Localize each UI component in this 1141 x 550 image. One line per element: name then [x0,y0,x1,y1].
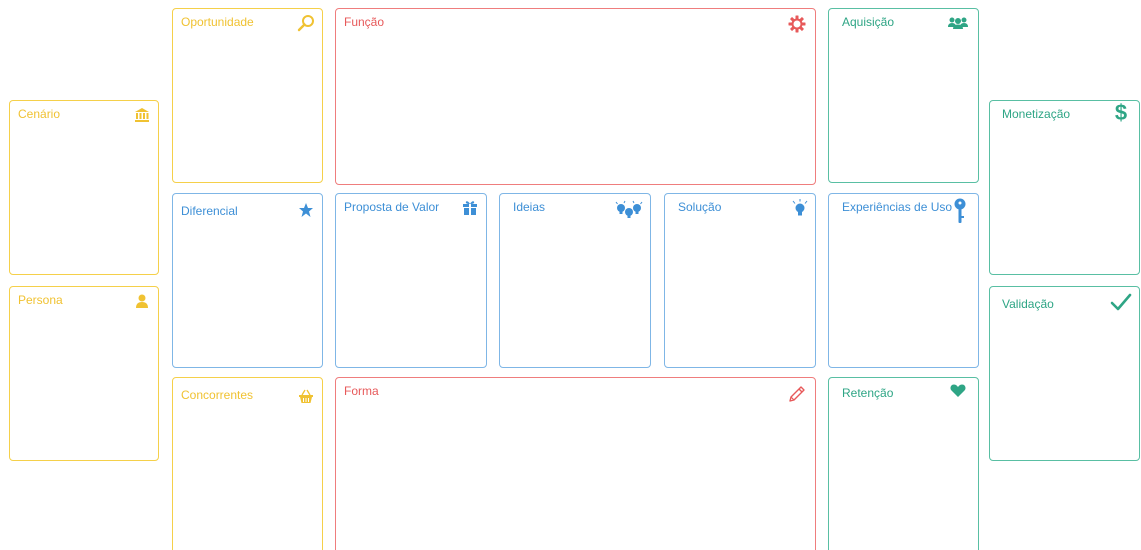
user-icon [132,291,152,311]
card-validacao-title: Validação [1002,297,1054,311]
gift-icon [460,198,480,218]
card-retencao[interactable]: Retenção [828,377,979,550]
lightbulbs-icon [614,200,644,220]
card-cenario-title: Cenário [18,107,61,121]
card-oportunidade-title: Oportunidade [181,15,254,29]
card-experiencias-de-uso[interactable]: Experiências de Uso [828,193,979,368]
card-monetizacao-title: Monetização [1002,107,1071,121]
card-persona[interactable]: Persona [9,286,159,461]
card-funcao-title: Função [344,15,385,29]
lightbulb-icon [790,199,810,219]
card-oportunidade[interactable]: Oportunidade [172,8,323,183]
card-concorrentes-title: Concorrentes [181,388,254,402]
card-aquisicao[interactable]: Aquisição [828,8,979,183]
card-diferencial-title: Diferencial [181,204,238,218]
card-proposta-title: Proposta de Valor [344,200,440,214]
users-icon [946,13,970,33]
bank-icon [132,105,152,125]
pencil-icon [787,384,807,404]
star-icon [296,200,316,220]
key-icon [950,198,970,224]
search-icon [296,13,316,33]
card-proposta-de-valor[interactable]: Proposta de Valor [335,193,487,368]
card-solucao[interactable]: Solução [664,193,816,368]
card-funcao[interactable]: Função [335,8,816,185]
card-forma[interactable]: Forma [335,377,816,550]
heart-icon [948,381,968,401]
card-concorrentes[interactable]: Concorrentes [172,377,323,550]
card-cenario[interactable]: Cenário [9,100,159,275]
card-diferencial[interactable]: Diferencial [172,193,323,368]
card-solucao-title: Solução [678,200,722,214]
card-ideias[interactable]: Ideias [499,193,651,368]
checkmark-icon [1109,291,1133,313]
card-ideias-title: Ideias [513,200,546,214]
gear-icon [787,14,807,34]
card-experiencias-title: Experiências de Uso [842,200,953,214]
canvas-board: Cenário Persona Oportunidade Diferencial… [0,0,1141,550]
card-monetizacao[interactable]: Monetização $ [989,100,1140,275]
card-retencao-title: Retenção [842,386,894,400]
card-aquisicao-title: Aquisição [842,15,895,29]
dollar-icon: $ [1114,100,1128,125]
card-validacao[interactable]: Validação [989,286,1140,461]
card-forma-title: Forma [344,384,379,398]
basket-icon [296,386,316,406]
card-persona-title: Persona [18,293,63,307]
